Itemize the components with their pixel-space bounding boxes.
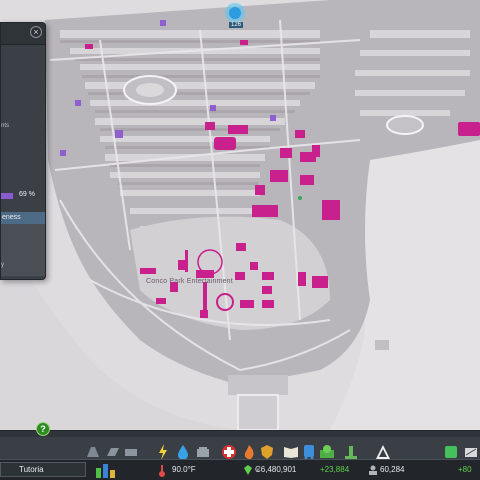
info-panel: × nts 69 % eness y (0, 22, 46, 280)
population-icon (368, 465, 378, 477)
thermometer-icon (158, 465, 166, 479)
income-value: +23,884 (320, 465, 350, 474)
temperature-value: 90.0°F (172, 465, 196, 474)
progress-bar (1, 193, 13, 199)
close-button[interactable]: × (30, 26, 42, 38)
panel-text-fragment: nts (1, 123, 10, 129)
commercial-demand-bar (103, 464, 108, 478)
toolbar-stripe (0, 431, 480, 437)
money-icon (244, 465, 252, 477)
city-viewport[interactable]: Conco Park Entertainment 126 (0, 0, 480, 430)
rci-demand-meter[interactable] (96, 462, 122, 478)
population-change: +80 (458, 465, 472, 474)
money-value: ₢6,480,901 (255, 465, 297, 474)
panel-text-fragment-2: y (1, 262, 4, 268)
progress-row: 69 % (1, 190, 45, 202)
city-map (0, 0, 480, 430)
progress-label: 69 % (19, 191, 35, 198)
help-button[interactable]: ? (36, 422, 50, 436)
marker-badge: 126 (229, 22, 244, 28)
residential-demand-bar (96, 468, 101, 478)
info-marker[interactable]: 126 (222, 2, 248, 30)
city-name-field[interactable]: Tutoria (0, 462, 86, 477)
industrial-demand-bar (110, 470, 115, 478)
district-name-label: Conco Park Entertainment (146, 278, 233, 285)
panel-content: y (1, 224, 45, 276)
population-value: 60,284 (380, 465, 405, 474)
tab-attractiveness[interactable]: eness (1, 212, 45, 224)
